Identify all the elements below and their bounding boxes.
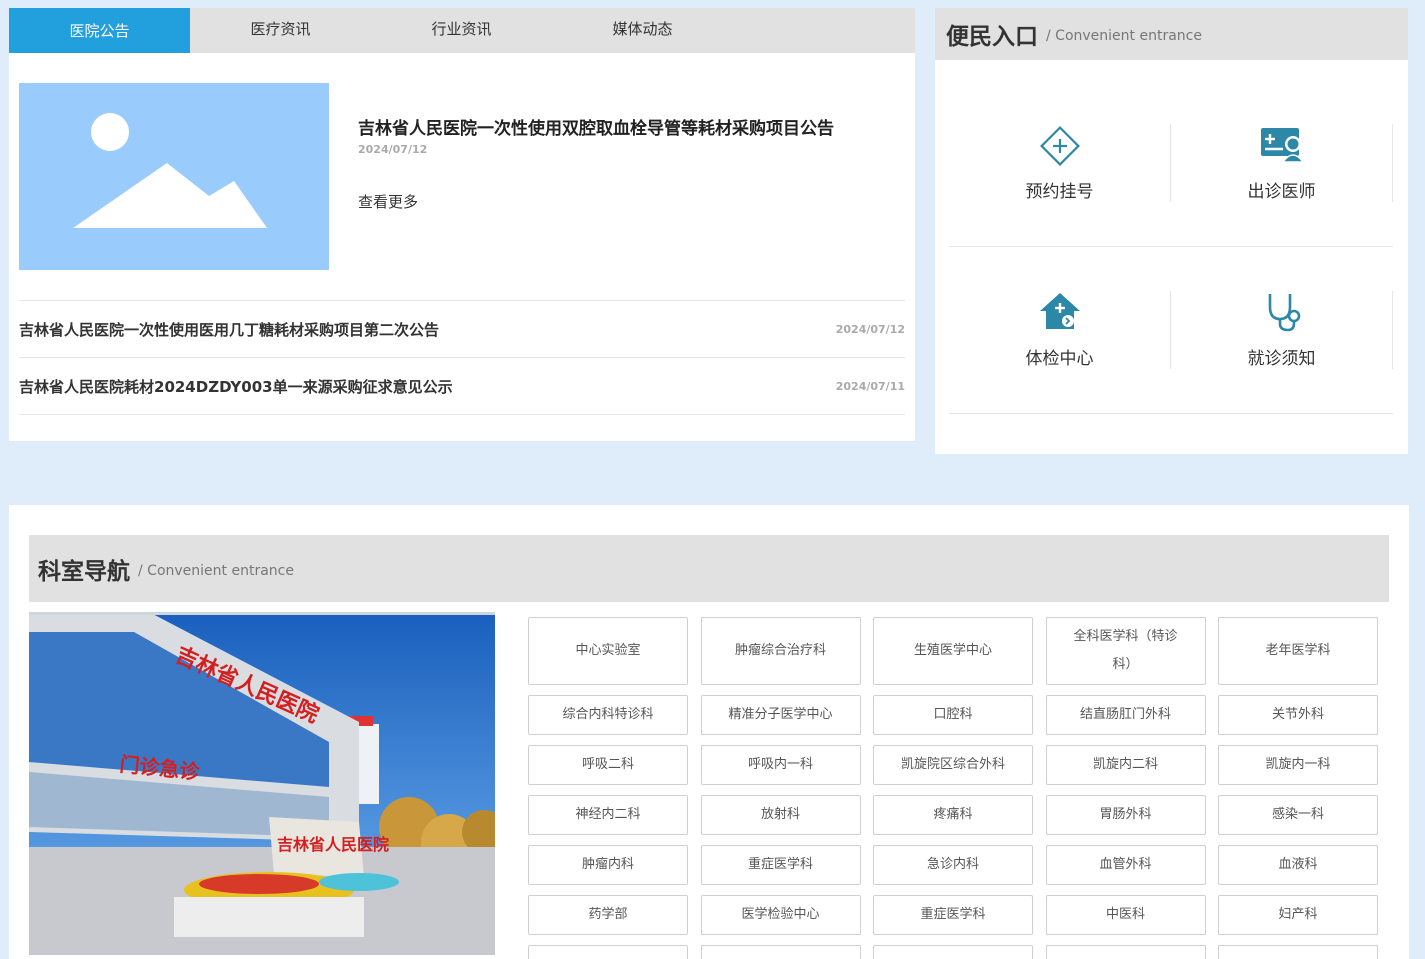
department-item[interactable]: 综合内科特诊科 [528,695,688,735]
tab-industry-info[interactable]: 行业资讯 [371,8,552,53]
section-subtitle: / Convenient entrance [1046,28,1202,44]
doctor-card-icon [1259,124,1305,168]
list-item[interactable]: 吉林省人民医院耗材2024DZDY003单一来源采购征求意见公示 2024/07… [19,358,905,415]
featured-news-title[interactable]: 吉林省人民医院一次性使用双腔取血栓导管等耗材采购项目公告 [358,114,834,139]
department-item[interactable]: 医学检验中心 [700,895,861,935]
department-item[interactable]: 呼吸内一科 [700,745,861,785]
appointment-label: 预约挂号 [1025,182,1094,202]
image-placeholder-icon[interactable] [19,83,329,270]
doctors-label: 出诊医师 [1247,182,1316,202]
checkup-entry[interactable]: 体检中心 [949,291,1171,369]
house-checkup-icon [1038,291,1082,335]
plus-diamond-icon [1038,124,1082,172]
department-item[interactable]: 胃肠外科 [1045,795,1206,835]
department-item[interactable]: 肿瘤内科 [528,845,688,885]
news-item-title[interactable]: 吉林省人民医院一次性使用医用几丁糖耗材采购项目第二次公告 [19,319,439,340]
convenient-entrance-panel: 便民入口 / Convenient entrance 预约挂号 出诊医师 体检中… [935,8,1408,454]
convenient-row: 体检中心 就诊须知 [949,247,1393,414]
department-item[interactable]: 结直肠肛门外科 [1045,695,1206,735]
section-title: 便民入口 [946,24,1038,50]
department-header: 科室导航 / Convenient entrance [29,535,1389,602]
svg-text:吉林省人民医院: 吉林省人民医院 [277,835,389,854]
department-item[interactable]: 药学部 [528,895,688,935]
convenient-entrance-header: 便民入口 / Convenient entrance [935,8,1408,60]
tab-hospital-notice[interactable]: 医院公告 [9,8,190,53]
department-item[interactable]: 中医科 [1045,895,1206,935]
department-item[interactable]: 神经内二科 [528,795,688,835]
department-item[interactable]: 口腔科 [873,695,1033,735]
department-item[interactable]: 感染一科 [1218,795,1378,835]
department-item[interactable] [1045,945,1206,959]
department-item[interactable]: 全科医学科（特诊科） [1045,617,1206,685]
department-item[interactable]: 妇产科 [1218,895,1378,935]
featured-news-date: 2024/07/12 [358,143,428,156]
department-item[interactable]: 肿瘤综合治疗科 [700,617,861,685]
department-item[interactable]: 急诊内科 [873,845,1033,885]
news-item-title[interactable]: 吉林省人民医院耗材2024DZDY003单一来源采购征求意见公示 [19,376,453,397]
department-item[interactable]: 关节外科 [1218,695,1378,735]
department-item[interactable] [1218,945,1378,959]
section-title: 科室导航 [38,558,130,585]
news-item-date: 2024/07/12 [835,322,905,336]
news-panel: 医院公告 医疗资讯 行业资讯 媒体动态 吉林省人民医院一次性使用双腔取血栓导管等… [9,8,915,441]
convenient-row: 预约挂号 出诊医师 [949,80,1393,247]
view-more-link[interactable]: 查看更多 [358,191,418,212]
department-item[interactable]: 精准分子医学中心 [700,695,861,735]
hospital-photo: 吉林省人民医院 门诊急诊 吉林省人民医院 [29,612,495,955]
featured-news: 吉林省人民医院一次性使用双腔取血栓导管等耗材采购项目公告 2024/07/12 … [19,83,905,271]
department-item[interactable]: 重症医学科 [700,845,861,885]
department-navigation-panel: 科室导航 / Convenient entrance 吉林省人民医院 门诊急诊 [9,505,1409,959]
stethoscope-icon [1260,291,1304,337]
news-tabs: 医院公告 医疗资讯 行业资讯 媒体动态 [9,8,915,53]
checkup-label: 体检中心 [1025,349,1094,369]
tab-media-news[interactable]: 媒体动态 [552,8,733,53]
department-item[interactable]: 血管外科 [1045,845,1206,885]
appointment-entry[interactable]: 预约挂号 [949,124,1171,202]
convenient-grid: 预约挂号 出诊医师 体检中心 就诊须知 [949,80,1393,414]
visit-notice-label: 就诊须知 [1247,349,1316,369]
department-item[interactable] [873,945,1033,959]
department-item[interactable]: 凯旋院区综合外科 [873,745,1033,785]
doctors-entry[interactable]: 出诊医师 [1171,124,1393,202]
list-item[interactable]: 吉林省人民医院一次性使用医用几丁糖耗材采购项目第二次公告 2024/07/12 [19,301,905,358]
visit-notice-entry[interactable]: 就诊须知 [1171,291,1393,369]
department-item[interactable] [700,945,861,959]
department-item[interactable]: 呼吸二科 [528,745,688,785]
department-item[interactable]: 中心实验室 [528,617,688,685]
department-item[interactable]: 凯旋内二科 [1045,745,1206,785]
news-item-date: 2024/07/11 [835,379,905,393]
department-grid: 中心实验室 肿瘤综合治疗科 生殖医学中心 全科医学科（特诊科） 老年医学科 综合… [528,617,1388,959]
department-item[interactable]: 凯旋内一科 [1218,745,1378,785]
department-item[interactable]: 疼痛科 [873,795,1033,835]
department-item[interactable] [528,945,688,959]
department-item[interactable]: 老年医学科 [1218,617,1378,685]
tab-medical-info[interactable]: 医疗资讯 [190,8,371,53]
department-item[interactable]: 生殖医学中心 [873,617,1033,685]
department-item[interactable]: 放射科 [700,795,861,835]
news-list: 吉林省人民医院一次性使用医用几丁糖耗材采购项目第二次公告 2024/07/12 … [19,300,905,415]
department-item[interactable]: 血液科 [1218,845,1378,885]
department-item[interactable]: 重症医学科 [873,895,1033,935]
section-subtitle: / Convenient entrance [138,562,294,579]
